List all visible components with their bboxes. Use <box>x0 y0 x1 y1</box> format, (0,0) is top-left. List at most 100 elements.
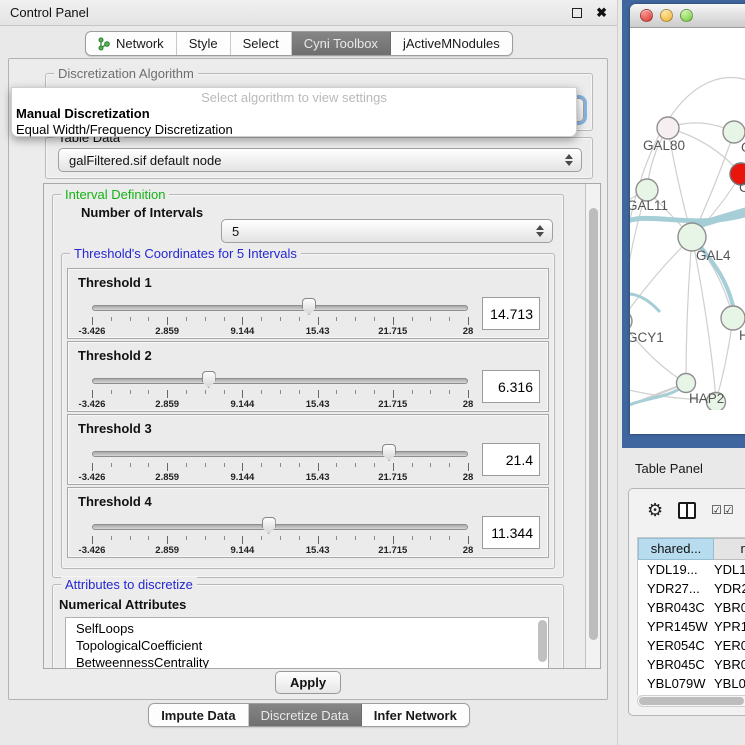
cell-name[interactable]: YBL0 <box>714 674 745 693</box>
tab-network[interactable]: Network <box>86 32 177 55</box>
node-hap2[interactable] <box>677 374 696 393</box>
table-data-combobox[interactable]: galFiltered.sif default node <box>58 148 582 172</box>
node-gal4[interactable] <box>678 223 706 251</box>
network-canvas[interactable]: GAL80 G C GAL11 GAL4 GCY1 H HAP2 <box>630 28 745 410</box>
slider-track[interactable] <box>92 451 468 457</box>
settings-gear-icon[interactable]: ⚙ <box>647 501 663 519</box>
attribute-item[interactable]: TopologicalCoefficient <box>76 637 548 654</box>
select-columns-checkboxes-icon[interactable]: ☑☑ <box>711 503 735 517</box>
network-window-titlebar[interactable] <box>630 4 745 28</box>
settings-scrollpane: Interval Definition Number of Intervals … <box>43 183 601 669</box>
cell-shared-name[interactable]: YBL079W <box>638 674 714 693</box>
slider-thumb[interactable] <box>202 371 216 388</box>
tick-mark <box>374 463 375 467</box>
tab-infer-network[interactable]: Infer Network <box>362 704 469 726</box>
attribute-item[interactable]: BetweennessCentrality <box>76 654 548 669</box>
slider-track[interactable] <box>92 305 468 311</box>
apply-button[interactable]: Apply <box>275 671 341 694</box>
numerical-attributes-list[interactable]: SelfLoopsTopologicalCoefficientBetweenne… <box>65 617 549 669</box>
table-row[interactable]: YBL079WYBL0 <box>638 674 745 693</box>
tick-mark <box>92 463 93 471</box>
scrollbar-thumb[interactable] <box>639 697 744 705</box>
close-traffic-light-icon[interactable] <box>640 9 653 22</box>
tab-impute-data[interactable]: Impute Data <box>149 704 248 726</box>
table-row[interactable]: YDR27...YDR2 <box>638 579 745 598</box>
column-header-name[interactable]: na <box>714 538 745 560</box>
minimize-traffic-light-icon[interactable] <box>660 9 673 22</box>
cell-shared-name[interactable]: YER054C <box>638 636 714 655</box>
tick-mark <box>355 463 356 467</box>
tab-select[interactable]: Select <box>231 32 292 55</box>
table-panel-title: Table Panel <box>635 461 703 476</box>
list-scrollbar-thumb[interactable] <box>538 620 547 662</box>
tab-style[interactable]: Style <box>177 32 231 55</box>
attribute-table: shared... na YDL19...YDL1YDR27...YDR2YBR… <box>637 537 745 695</box>
float-window-icon[interactable] <box>572 8 582 18</box>
column-header-shared-name[interactable]: shared... <box>638 538 714 560</box>
tick-mark <box>130 463 131 467</box>
threshold-value-field[interactable]: 21.4 <box>482 443 540 476</box>
cell-shared-name[interactable]: YDL19... <box>638 560 714 579</box>
tick-mark <box>261 536 262 540</box>
threshold-value-field[interactable]: 11.344 <box>482 516 540 549</box>
cell-name[interactable]: YPR1 <box>714 617 745 636</box>
cell-name[interactable]: YBR0 <box>714 655 745 674</box>
table-row[interactable]: YER054CYER0 <box>638 636 745 655</box>
table-row[interactable]: YPR145WYPR1 <box>638 617 745 636</box>
node-gcy1[interactable] <box>630 311 632 331</box>
threshold-slider[interactable]: -3.4262.8599.14415.4321.71528 <box>92 441 468 483</box>
tick-mark <box>242 390 243 398</box>
cell-shared-name[interactable]: YDR27... <box>638 579 714 598</box>
attribute-item[interactable]: SelfLoops <box>76 620 548 637</box>
number-of-intervals-combobox[interactable]: 5 <box>221 219 553 243</box>
slider-tick-labels: -3.4262.8599.14415.4321.71528 <box>92 545 468 555</box>
tab-label: Network <box>116 36 164 51</box>
cell-name[interactable]: YBR0 <box>714 598 745 617</box>
slider-thumb[interactable] <box>302 298 316 315</box>
horizontal-scrollbar[interactable] <box>637 695 745 707</box>
scrollbar-thumb[interactable] <box>589 208 598 640</box>
dropdown-item-equal-width-frequency[interactable]: Equal Width/Frequency Discretization <box>12 122 576 138</box>
dropdown-item-manual-discretization[interactable]: Manual Discretization <box>12 106 576 122</box>
tick-mark <box>242 536 243 544</box>
dropdown-placeholder-item[interactable]: Select algorithm to view settings <box>12 90 576 106</box>
node-gal80[interactable] <box>657 117 679 139</box>
slider-track[interactable] <box>92 524 468 530</box>
tab-cyni-toolbox[interactable]: Cyni Toolbox <box>292 32 391 55</box>
interval-definition-group: Interval Definition Number of Intervals … <box>52 194 564 578</box>
table-header-row: shared... na <box>638 538 745 560</box>
tick-mark <box>205 390 206 394</box>
table-row[interactable]: YBR043CYBR0 <box>638 598 745 617</box>
cell-shared-name[interactable]: YBR043C <box>638 598 714 617</box>
tick-mark <box>167 317 168 325</box>
close-icon[interactable]: ✖ <box>596 8 607 18</box>
cell-shared-name[interactable]: YPR145W <box>638 617 714 636</box>
cell-shared-name[interactable]: YBR045C <box>638 655 714 674</box>
tick-mark <box>336 317 337 321</box>
threshold-value-field[interactable]: 14.713 <box>482 297 540 330</box>
slider-thumb[interactable] <box>382 444 396 461</box>
node-label-gal4: GAL4 <box>696 248 731 263</box>
tick-label: 21.715 <box>378 326 407 337</box>
vertical-scrollbar[interactable] <box>585 184 600 668</box>
slider-track[interactable] <box>92 378 468 384</box>
control-panel: Control Panel ✖ Network Style Select Cyn… <box>0 0 618 745</box>
tick-mark <box>430 317 431 321</box>
threshold-value-field[interactable]: 6.316 <box>482 370 540 403</box>
cell-name[interactable]: YER0 <box>714 636 745 655</box>
cell-name[interactable]: YDR2 <box>714 579 745 598</box>
table-row[interactable]: YBR045CYBR0 <box>638 655 745 674</box>
node-partial-right[interactable] <box>721 306 745 330</box>
threshold-slider[interactable]: -3.4262.8599.14415.4321.71528 <box>92 514 468 556</box>
table-row[interactable]: YDL19...YDL1 <box>638 560 745 579</box>
threshold-slider[interactable]: -3.4262.8599.14415.4321.71528 <box>92 295 468 337</box>
cell-name[interactable]: YDL1 <box>714 560 745 579</box>
tab-jactivemnodules[interactable]: jActiveMNodules <box>391 32 512 55</box>
threshold-slider[interactable]: -3.4262.8599.14415.4321.71528 <box>92 368 468 410</box>
tick-label: 21.715 <box>378 472 407 483</box>
split-columns-icon[interactable] <box>678 502 696 519</box>
tab-discretize-data[interactable]: Discretize Data <box>249 704 362 726</box>
slider-thumb[interactable] <box>262 517 276 534</box>
number-of-intervals-label: Number of Intervals <box>81 205 203 220</box>
zoom-traffic-light-icon[interactable] <box>680 9 693 22</box>
